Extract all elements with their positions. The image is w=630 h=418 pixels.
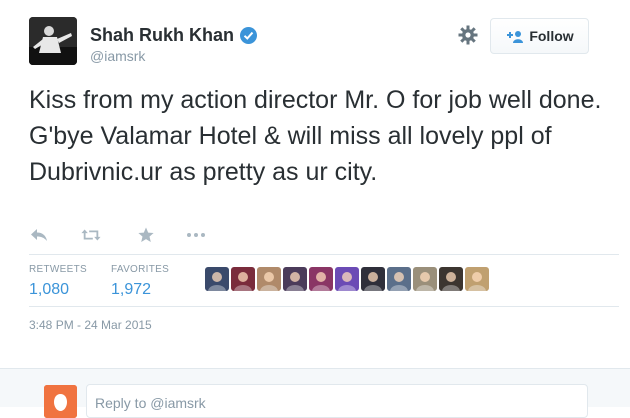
follow-button-label: Follow (529, 28, 574, 44)
retweets-stat[interactable]: RETWEETS 1,080 (29, 264, 87, 299)
more-dots-icon[interactable] (186, 226, 206, 244)
person-add-icon (505, 29, 524, 43)
favoriter-avatar[interactable] (439, 267, 463, 291)
tweet-card: Shah Rukh Khan @iamsrk Follow Kiss from … (0, 0, 630, 418)
favoriter-avatar[interactable] (205, 267, 229, 291)
divider (29, 306, 619, 307)
favoriter-avatar[interactable] (465, 267, 489, 291)
favoriter-avatar[interactable] (413, 267, 437, 291)
favoriter-avatar[interactable] (309, 267, 333, 291)
reply-icon[interactable] (29, 226, 49, 244)
retweets-label: RETWEETS (29, 264, 87, 275)
name-row: Shah Rukh Khan (90, 25, 258, 46)
favoriter-avatar[interactable] (361, 267, 385, 291)
star-icon[interactable] (136, 226, 156, 244)
favoriter-avatar[interactable] (231, 267, 255, 291)
favorites-stat[interactable]: FAVORITES 1,972 (111, 264, 169, 299)
favoriter-avatar[interactable] (257, 267, 281, 291)
favoriter-avatar[interactable] (283, 267, 307, 291)
favorites-count: 1,972 (111, 281, 152, 298)
gear-icon[interactable] (457, 24, 479, 46)
reply-input[interactable]: Reply to @iamsrk (86, 384, 588, 418)
display-name[interactable]: Shah Rukh Khan (90, 25, 234, 46)
divider (29, 254, 619, 255)
verified-badge-icon (240, 27, 258, 44)
follow-button[interactable]: Follow (490, 18, 589, 54)
user-handle[interactable]: @iamsrk (90, 48, 145, 64)
reply-area: Reply to @iamsrk (0, 368, 630, 418)
favorites-label: FAVORITES (111, 264, 170, 275)
favoriter-avatar[interactable] (335, 267, 359, 291)
tweet-actions (29, 226, 206, 244)
favoriters-avatars (205, 267, 491, 291)
tweet-text: Kiss from my action director Mr. O for j… (29, 86, 602, 186)
my-avatar (44, 385, 77, 418)
retweet-icon[interactable] (81, 226, 101, 244)
retweets-count: 1,080 (29, 281, 70, 298)
user-avatar[interactable] (29, 17, 77, 65)
tweet-timestamp[interactable]: 3:48 PM - 24 Mar 2015 (29, 318, 152, 332)
favoriter-avatar[interactable] (387, 267, 411, 291)
